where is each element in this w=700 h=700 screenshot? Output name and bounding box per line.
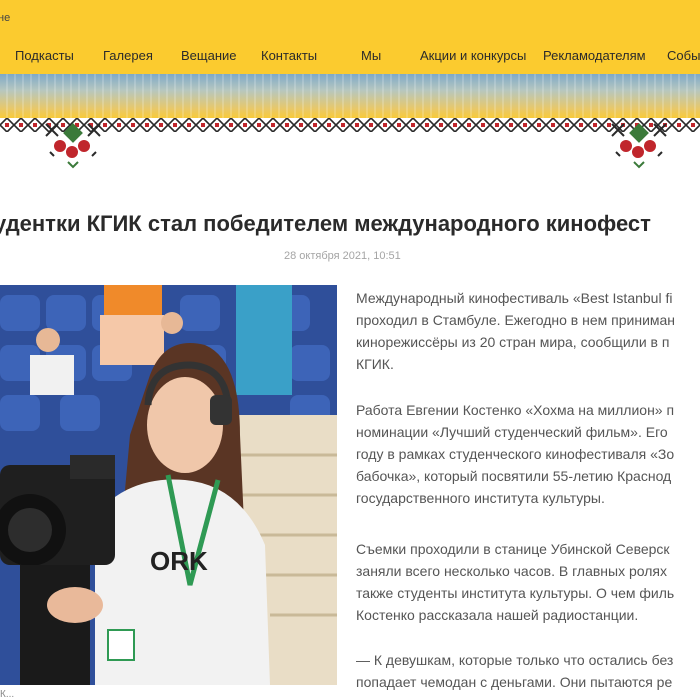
nav-item-advertisers[interactable]: Рекламодателям (543, 48, 646, 63)
embroidery-ornament-icon (45, 123, 101, 169)
article-paragraph: — К девушкам, которые только что осталис… (356, 649, 700, 693)
nav-item-about[interactable]: Мы (361, 48, 381, 63)
paragraph-line: Костенко рассказала нашей радиостанции. (356, 607, 639, 623)
paragraph-line: попадает чемодан с деньгами. Они пытаютс… (356, 674, 673, 690)
svg-text:ОRK: ОRK (150, 546, 208, 576)
paragraph-line: Работа Евгении Костенко «Хохма на миллио… (356, 402, 675, 418)
nav-item-promotions[interactable]: Акции и конкурсы (420, 48, 526, 63)
paragraph-line: также студенты института культуры. О чем… (356, 585, 675, 601)
paragraph-line: проходил в Стамбуле. Ежегодно в нем прин… (356, 312, 676, 328)
article-paragraph: Работа Евгении Костенко «Хохма на миллио… (356, 399, 700, 509)
ornament-band (0, 74, 700, 120)
paragraph-line: номинации «Лучший студенческий фильм». Е… (356, 424, 668, 440)
nav-item-events[interactable]: Собы (667, 48, 700, 63)
article-date: 28 октября 2021, 10:51 (284, 250, 401, 262)
photo-illustration: ОRK (0, 285, 337, 685)
embroidery-ornament-icon (611, 123, 667, 169)
paragraph-line: государственного института культуры. (356, 490, 605, 506)
nav-item-podcasts[interactable]: Подкасты (15, 48, 74, 63)
paragraph-line: заняли всего несколько часов. В главных … (356, 563, 667, 579)
article-paragraph: Международный кинофестиваль «Best Istanb… (356, 287, 700, 375)
article-title: удентки КГИК стал победителем международ… (0, 211, 651, 236)
paragraph-line: КГИК. (356, 356, 394, 372)
photo-caption: К... (0, 689, 15, 700)
main-nav: Подкасты Галерея Вещание Контакты Мы Акц… (0, 48, 700, 68)
site-header: не Подкасты Галерея Вещание Контакты Мы … (0, 0, 700, 120)
paragraph-line: году в рамках студенческого кинофестивал… (356, 446, 675, 462)
paragraph-line: Международный кинофестиваль «Best Istanb… (356, 290, 673, 306)
paragraph-line: кинорежиссёры из 20 стран мира, сообщили… (356, 334, 670, 350)
paragraph-line: — К девушкам, которые только что осталис… (356, 652, 674, 668)
top-bar-text[interactable]: не (0, 12, 10, 24)
article-photo[interactable]: ОRK (0, 285, 337, 685)
nav-item-broadcast[interactable]: Вещание (181, 48, 237, 63)
nav-item-contacts[interactable]: Контакты (261, 48, 317, 63)
nav-item-gallery[interactable]: Галерея (103, 48, 153, 63)
paragraph-line: Съемки проходили в станице Убинской Севе… (356, 541, 670, 557)
paragraph-line: бабочка», который посвятили 55-летию Кра… (356, 468, 672, 484)
article-paragraph: Съемки проходили в станице Убинской Севе… (356, 538, 700, 626)
